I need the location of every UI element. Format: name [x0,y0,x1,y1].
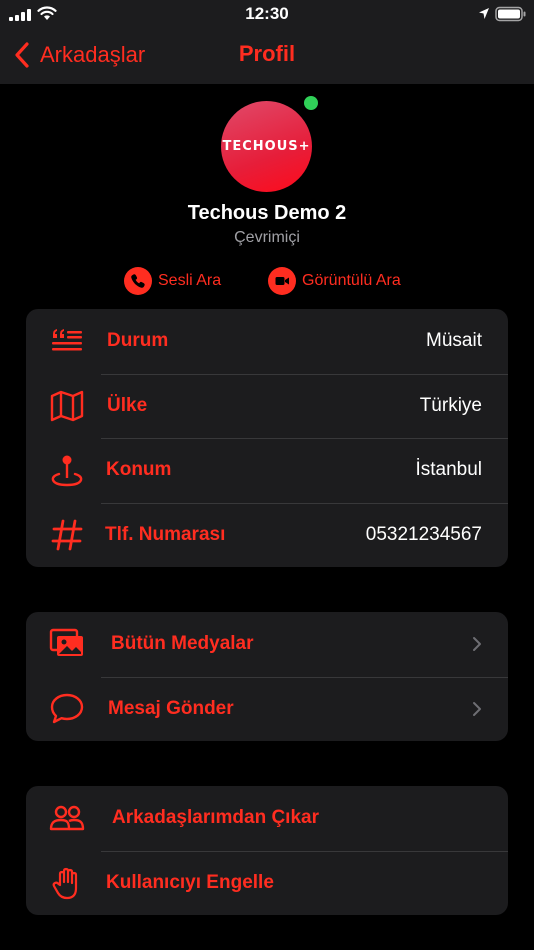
actions-card: Bütün Medyalar Mesaj Gönder [26,612,508,741]
chevron-right-icon [473,701,481,716]
block-user-label: Kullanıcıyı Engelle [106,871,274,893]
send-message-row[interactable]: Mesaj Gönder [26,676,508,742]
block-user-row[interactable]: Kullanıcıyı Engelle [26,850,508,916]
hand-icon [46,862,88,904]
all-media-label: Bütün Medyalar [111,633,254,655]
country-value: Türkiye [419,394,482,416]
phone-value: 05321234567 [365,523,482,545]
quote-icon [46,320,88,362]
voice-call-button[interactable]: Sesli Ara [124,267,221,295]
presence-status: Çevrimiçi [234,229,300,246]
battery-icon [495,6,526,22]
chat-bubble-icon [46,688,88,730]
country-label: Ülke [107,394,148,416]
users-icon [46,797,88,839]
phone-icon [124,267,152,295]
send-message-label: Mesaj Gönder [108,697,234,719]
avatar[interactable]: TECHOUS+ [221,101,312,192]
profile-info-card: Durum Müsait Ülke Türkiye Konum İstanbul [26,309,508,567]
video-call-button[interactable]: Görüntülü Ara [268,267,401,295]
remove-friend-row[interactable]: Arkadaşlarımdan Çıkar [26,786,508,851]
status-time: 12:30 [245,4,289,23]
all-media-row[interactable]: Bütün Medyalar [26,612,508,677]
location-pin-icon [46,449,88,491]
video-camera-icon [268,267,296,295]
status-label: Durum [107,330,169,352]
location-label: Konum [106,459,172,481]
info-row-country: Ülke Türkiye [26,373,508,439]
chevron-right-icon [473,637,481,652]
page-title: Profil [238,41,296,66]
video-call-label: Görüntülü Ara [302,272,401,289]
status-bar: 12:30 [0,0,534,28]
nav-bar: Arkadaşlar Profil [0,28,534,84]
danger-actions-card: Arkadaşlarımdan Çıkar Kullanıcıyı Engell… [26,786,508,915]
location-arrow-icon [479,8,489,19]
avatar-logo: TECHOUS+ [222,139,311,154]
map-icon [46,385,88,427]
info-row-status: Durum Müsait [26,309,508,374]
hash-icon [46,514,88,556]
online-indicator [304,96,318,110]
status-value: Müsait [426,330,482,352]
location-value: İstanbul [415,459,482,481]
phone-label: Tlf. Numarası [105,523,226,545]
info-row-location: Konum İstanbul [26,438,508,503]
profile-name: Techous Demo 2 [187,202,347,224]
media-icon [46,623,88,665]
info-row-phone: Tlf. Numarası 05321234567 [26,502,508,568]
remove-friend-label: Arkadaşlarımdan Çıkar [112,807,319,829]
voice-call-label: Sesli Ara [158,272,222,289]
